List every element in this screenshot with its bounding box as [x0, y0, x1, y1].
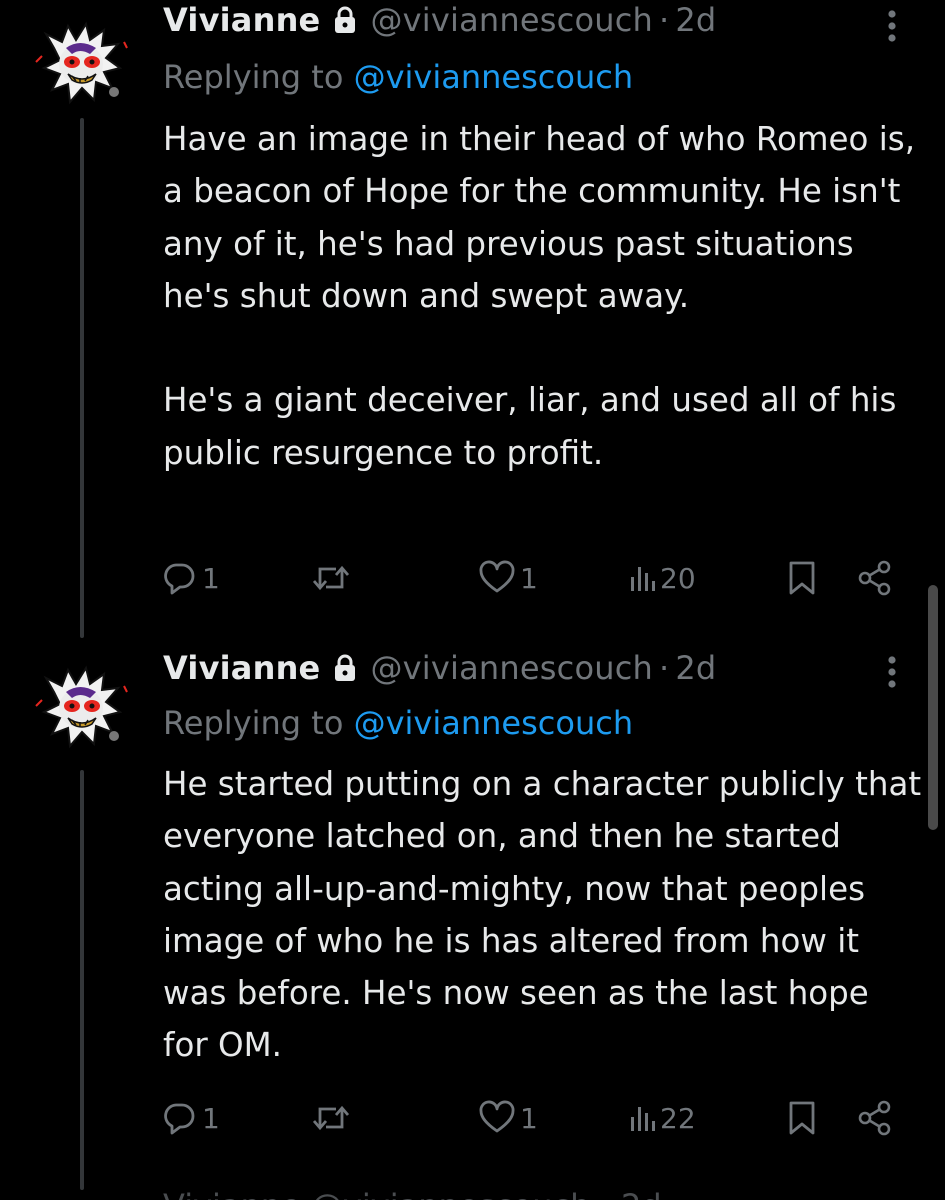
more-vertical-icon [888, 10, 896, 42]
tweet-paragraph: He started putting on a character public… [163, 765, 922, 1065]
author-avatar[interactable] [32, 662, 130, 752]
replying-mention-link[interactable]: @viviannescouch [354, 704, 634, 742]
views-button[interactable]: 20 [628, 556, 696, 600]
tweet-actions: 1 1 20 [160, 556, 900, 600]
author-handle[interactable]: @viviannescouch [370, 649, 653, 687]
author-avatar[interactable] [32, 18, 130, 108]
reply-button[interactable]: 1 [160, 556, 220, 600]
replying-label: Replying to [163, 58, 344, 96]
clown-avatar-icon [35, 21, 128, 105]
more-vertical-icon [888, 656, 896, 688]
repost-button[interactable] [310, 1096, 356, 1140]
lock-icon [332, 5, 358, 35]
author-name[interactable]: Vivianne [163, 649, 320, 687]
repost-icon [312, 1105, 350, 1131]
views-button[interactable]: 22 [628, 1096, 696, 1140]
next-tweet-peek[interactable]: Vivianne @viviannescouch · 2d [0, 1175, 945, 1200]
tweet-1[interactable]: Vivianne @viviannescouch · 2d Replying t… [0, 0, 945, 640]
thread-connector-line [80, 118, 84, 638]
bookmark-button[interactable] [786, 1096, 818, 1140]
replying-to: Replying to @viviannescouch [163, 58, 633, 96]
tweet-header: Vivianne @viviannescouch · 2d [163, 0, 716, 40]
tweet-age[interactable]: 2d [675, 649, 716, 687]
reply-count: 1 [202, 561, 220, 595]
more-options-button[interactable] [872, 6, 912, 46]
scrollbar-thumb[interactable] [928, 585, 938, 830]
share-icon [858, 1100, 891, 1136]
tweet-header: Vivianne @viviannescouch · 2d [163, 648, 716, 688]
tweet-age[interactable]: 2d [675, 1, 716, 39]
share-button[interactable] [856, 556, 894, 600]
like-button[interactable]: 1 [478, 1096, 538, 1140]
header-separator: · [658, 649, 670, 687]
author-handle[interactable]: @viviannescouch [370, 1, 653, 39]
lock-icon [332, 653, 358, 683]
next-tweet-header: Vivianne @viviannescouch · 2d [163, 1187, 662, 1200]
reply-icon [164, 563, 195, 595]
header-separator: · [658, 1, 670, 39]
heart-icon [479, 560, 515, 593]
clown-avatar-icon [35, 665, 128, 749]
repost-icon [312, 565, 350, 591]
tweet-text: He started putting on a character public… [163, 758, 923, 1072]
tweet-paragraph: Have an image in their head of who Romeo… [163, 120, 916, 315]
reply-icon [164, 1103, 195, 1135]
bookmark-icon [789, 561, 815, 595]
bookmark-icon [789, 1101, 815, 1135]
like-button[interactable]: 1 [478, 556, 538, 600]
views-chart-icon [631, 567, 655, 591]
like-count: 1 [520, 1101, 538, 1135]
share-button[interactable] [856, 1096, 894, 1140]
heart-icon [479, 1100, 515, 1133]
tweet-text: Have an image in their head of who Romeo… [163, 113, 923, 479]
views-chart-icon [631, 1107, 655, 1131]
tweet-actions: 1 1 22 [160, 1096, 900, 1140]
more-options-button[interactable] [872, 652, 912, 692]
replying-label: Replying to [163, 704, 344, 742]
reply-count: 1 [202, 1101, 220, 1135]
repost-button[interactable] [310, 556, 356, 600]
tweet-2[interactable]: Vivianne @viviannescouch · 2d Replying t… [0, 640, 945, 1190]
bookmark-button[interactable] [786, 556, 818, 600]
reply-button[interactable]: 1 [160, 1096, 220, 1140]
view-count: 20 [660, 561, 696, 595]
like-count: 1 [520, 561, 538, 595]
replying-mention-link[interactable]: @viviannescouch [354, 58, 634, 96]
thread-connector-line [80, 770, 84, 1190]
author-name[interactable]: Vivianne [163, 1, 320, 39]
view-count: 22 [660, 1101, 696, 1135]
replying-to: Replying to @viviannescouch [163, 704, 633, 742]
share-icon [858, 560, 891, 596]
tweet-paragraph: He's a giant deceiver, liar, and used al… [163, 381, 897, 472]
